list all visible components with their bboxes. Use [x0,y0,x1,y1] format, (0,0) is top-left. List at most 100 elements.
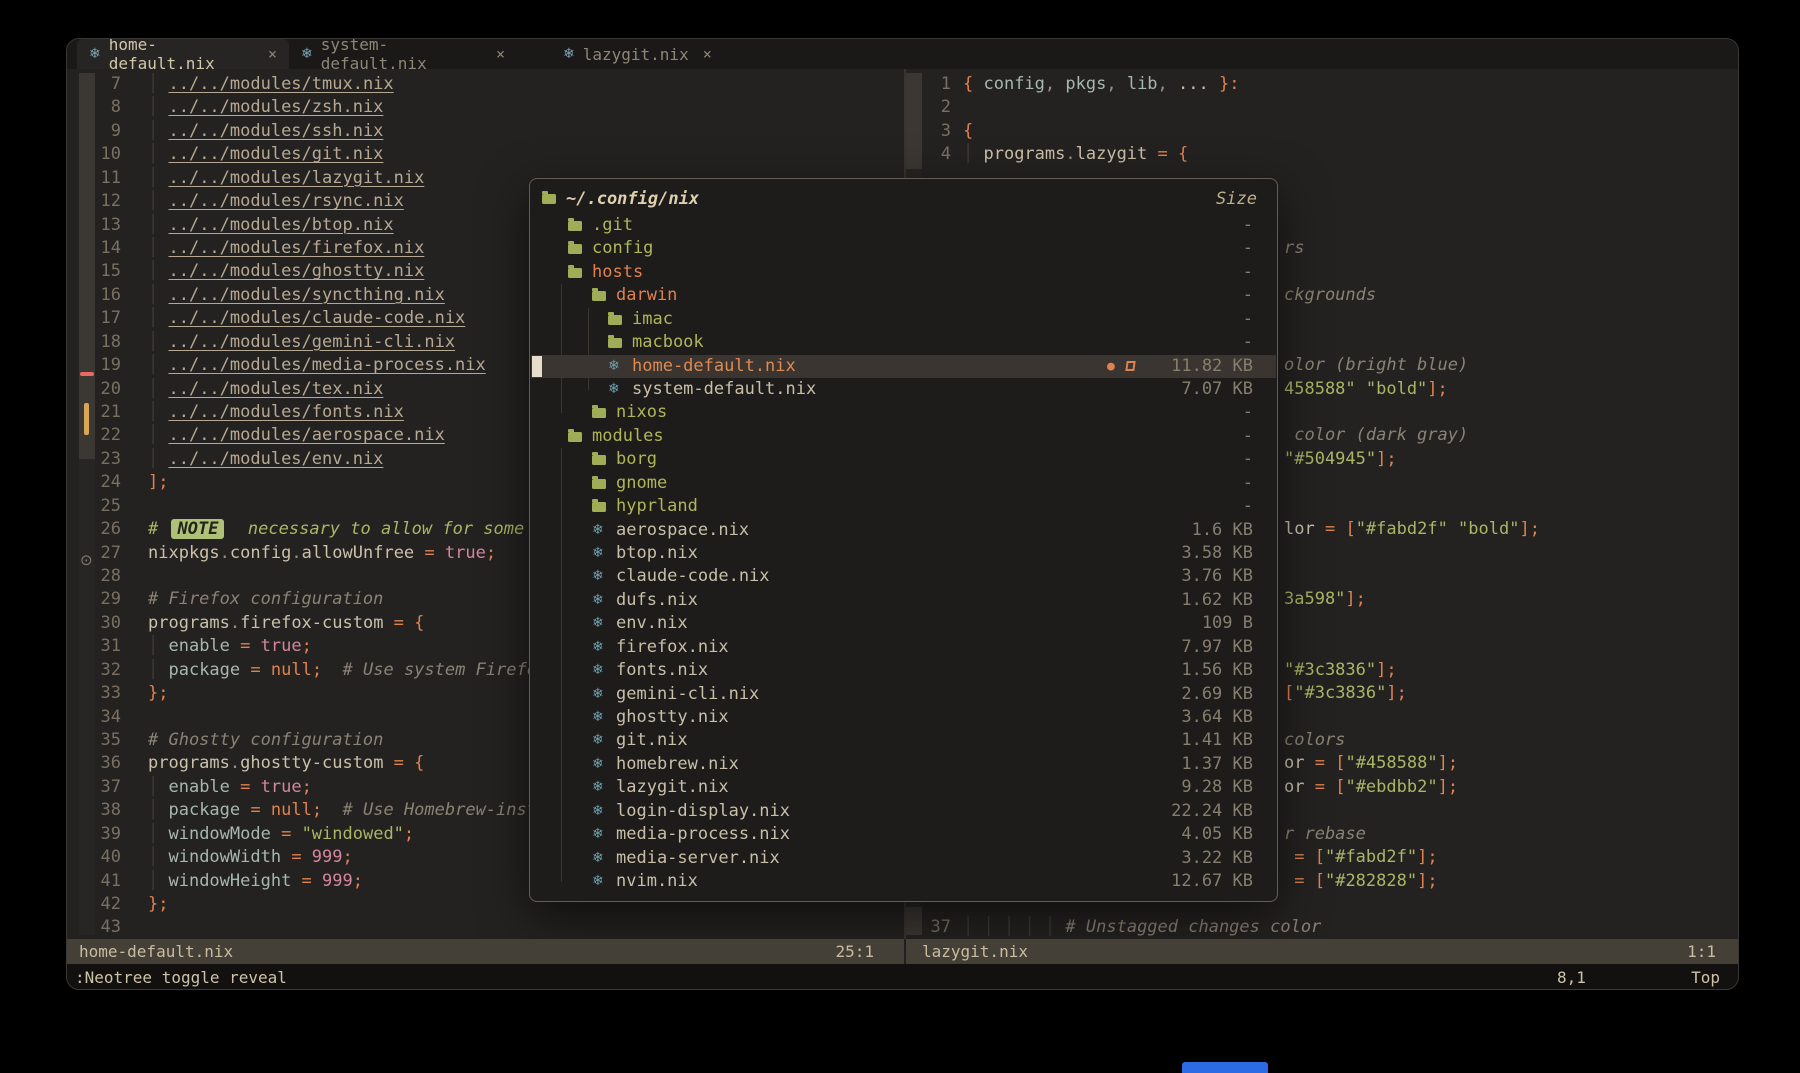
tree-folder-row-config[interactable]: config- [530,237,1277,260]
editor-line[interactable]: ["#3c3836"]; [1284,682,1407,705]
editor-line[interactable]: programs.ghostty-custom = { [148,752,424,775]
tree-file-row-btop.nix[interactable]: ❄btop.nix3.58 KB [530,542,1277,565]
editor-line[interactable]: │ windowWidth = 999; [148,846,353,869]
editor-line[interactable]: # Ghostty configuration [148,729,383,752]
editor-line[interactable]: │ enable = true; [148,635,312,658]
tree-file-row-login-display.nix[interactable]: ❄login-display.nix22.24 KB [530,800,1277,823]
editor-line[interactable]: rs [1284,237,1304,260]
tree-file-row-home-default.nix[interactable]: ❄home-default.nix●11.82 KB [530,355,1277,378]
editor-line[interactable]: olor (bright blue) [1284,354,1468,377]
editor-line[interactable]: │ ../../modules/syncthing.nix [148,284,445,307]
editor-line[interactable]: │ programs.lazygit = { [963,143,1188,166]
editor-line[interactable]: 3a598"]; [1284,588,1366,611]
tree-folder-row-hyprland[interactable]: hyprland- [530,495,1277,518]
editor-line[interactable]: │ enable = true; [148,776,312,799]
editor-line[interactable]: "#3c3836"]; [1284,659,1397,682]
tree-folder-row-nixos[interactable]: nixos- [530,401,1277,424]
editor-line[interactable]: "#504945"]; [1284,448,1397,471]
editor-line[interactable]: │ ../../modules/zsh.nix [148,96,383,119]
editor-line[interactable]: { config, pkgs, lib, ... }: [963,73,1239,96]
line-number: 35 [91,729,121,752]
line-number: 15 [91,260,121,283]
editor-line[interactable]: │ ../../modules/lazygit.nix [148,167,424,190]
tree-file-row-homebrew.nix[interactable]: ❄homebrew.nix1.37 KB [530,753,1277,776]
tree-folder-row-borg[interactable]: borg- [530,448,1277,471]
editor-line[interactable]: │ ../../modules/ssh.nix [148,120,383,143]
editor-line[interactable]: │ ../../modules/btop.nix [148,214,394,237]
editor-line[interactable]: │ ../../modules/env.nix [148,448,383,471]
tab-home-default.nix[interactable]: ❄home-default.nix× [77,39,289,69]
neotree-popup[interactable]: ~/.config/nix Size .git-config-hosts-dar… [529,178,1278,902]
editor-line[interactable]: ckgrounds [1284,284,1376,307]
editor-line[interactable]: or = ["#458588"]; [1284,752,1458,775]
tree-file-row-claude-code.nix[interactable]: ❄claude-code.nix3.76 KB [530,565,1277,588]
tree-folder-row-.git[interactable]: .git- [530,214,1277,237]
editor-line[interactable]: │ ../../modules/media-process.nix [148,354,486,377]
close-icon[interactable]: × [268,45,277,63]
editor-line[interactable]: │ ../../modules/fonts.nix [148,401,404,424]
tree-folder-row-imac[interactable]: imac- [530,308,1277,331]
editor-line[interactable]: = ["#fabd2f"]; [1284,846,1438,869]
tree-file-row-firefox.nix[interactable]: ❄firefox.nix7.97 KB [530,636,1277,659]
editor-line[interactable]: r rebase [1284,823,1366,846]
tree-file-row-media-process.nix[interactable]: ❄media-process.nix4.05 KB [530,823,1277,846]
tree-folder-row-hosts[interactable]: hosts- [530,261,1277,284]
editor-line[interactable]: │ ../../modules/git.nix [148,143,383,166]
tree-file-row-media-server.nix[interactable]: ❄media-server.nix3.22 KB [530,847,1277,870]
editor-line[interactable]: or = ["#ebdbb2"]; [1284,776,1458,799]
tree-folder-row-modules[interactable]: modules- [530,425,1277,448]
editor-line[interactable]: │ ../../modules/tex.nix [148,378,383,401]
editor-line[interactable]: │ ../../modules/aerospace.nix [148,424,445,447]
tree-folder-row-gnome[interactable]: gnome- [530,472,1277,495]
tab-system-default.nix[interactable]: ❄system-default.nix× [289,39,517,69]
editor-line[interactable]: 458588" "bold"]; [1284,378,1448,401]
nix-file-icon: ❄ [592,589,604,612]
editor-line[interactable]: # NOTE necessary to allow for some pac [148,518,565,541]
editor-line[interactable]: }; [148,893,168,916]
tree-file-row-aerospace.nix[interactable]: ❄aerospace.nix1.6 KB [530,519,1277,542]
editor-line[interactable]: │ package = null; # Use Homebrew-insta [148,799,547,822]
editor-line[interactable]: │ ../../modules/tmux.nix [148,73,394,96]
editor-line[interactable]: nixpkgs.config.allowUnfree = true; [148,542,496,565]
tree-item-label: home-default.nix [632,355,796,378]
editor-line[interactable]: │ package = null; # Use system Firefox [148,659,547,682]
tree-file-row-gemini-cli.nix[interactable]: ❄gemini-cli.nix2.69 KB [530,683,1277,706]
tab-lazygit.nix[interactable]: ❄lazygit.nix× [551,39,723,69]
editor-line[interactable]: │ ../../modules/ghostty.nix [148,260,424,283]
tree-file-row-fonts.nix[interactable]: ❄fonts.nix1.56 KB [530,659,1277,682]
editor-line[interactable]: │ ../../modules/gemini-cli.nix [148,331,455,354]
editor-line[interactable]: # Firefox configuration [148,588,383,611]
editor-line[interactable]: │ ../../modules/rsync.nix [148,190,404,213]
editor-line[interactable]: colors [1284,729,1345,752]
editor-line[interactable]: │ ../../modules/firefox.nix [148,237,424,260]
editor-line[interactable]: programs.firefox-custom = { [148,612,424,635]
editor-line[interactable]: }; [148,682,168,705]
nix-file-icon: ❄ [608,378,620,401]
editor-line[interactable]: { [963,120,973,143]
tree-folder-row-darwin[interactable]: darwin- [530,284,1277,307]
editor-line[interactable]: ]; [148,471,168,494]
tree-file-row-lazygit.nix[interactable]: ❄lazygit.nix9.28 KB [530,776,1277,799]
tree-item-label: darwin [616,284,677,307]
editor-line[interactable]: lor = ["#fabd2f" "bold"]; [1284,518,1540,541]
editor-line[interactable]: = ["#282828"]; [1284,870,1438,893]
tree-file-row-dufs.nix[interactable]: ❄dufs.nix1.62 KB [530,589,1277,612]
editor-line[interactable]: │ ../../modules/claude-code.nix [148,307,465,330]
command-line[interactable]: :Neotree toggle reveal 8,1 Top [67,964,1738,990]
tree-file-row-git.nix[interactable]: ❄git.nix1.41 KB [530,729,1277,752]
editor-line[interactable]: color (dark gray) [1284,424,1468,447]
editor-line[interactable]: │ windowHeight = 999; [148,870,363,893]
tree-folder-row-macbook[interactable]: macbook- [530,331,1277,354]
folder-icon [608,315,622,325]
editor-line[interactable]: │ │ │ │ │ # Unstagged changes color [963,916,1321,939]
close-icon[interactable]: × [496,45,505,63]
line-number: 38 [91,799,121,822]
tree-file-row-env.nix[interactable]: ❄env.nix109 B [530,612,1277,635]
tree-file-row-ghostty.nix[interactable]: ❄ghostty.nix3.64 KB [530,706,1277,729]
nix-file-icon: ❄ [592,519,604,542]
tree-file-row-nvim.nix[interactable]: ❄nvim.nix12.67 KB [530,870,1277,893]
editor-line[interactable]: │ windowMode = "windowed"; [148,823,414,846]
tree-file-row-system-default.nix[interactable]: ❄system-default.nix7.07 KB [530,378,1277,401]
nix-file-icon: ❄ [592,776,604,799]
close-icon[interactable]: × [703,45,712,63]
